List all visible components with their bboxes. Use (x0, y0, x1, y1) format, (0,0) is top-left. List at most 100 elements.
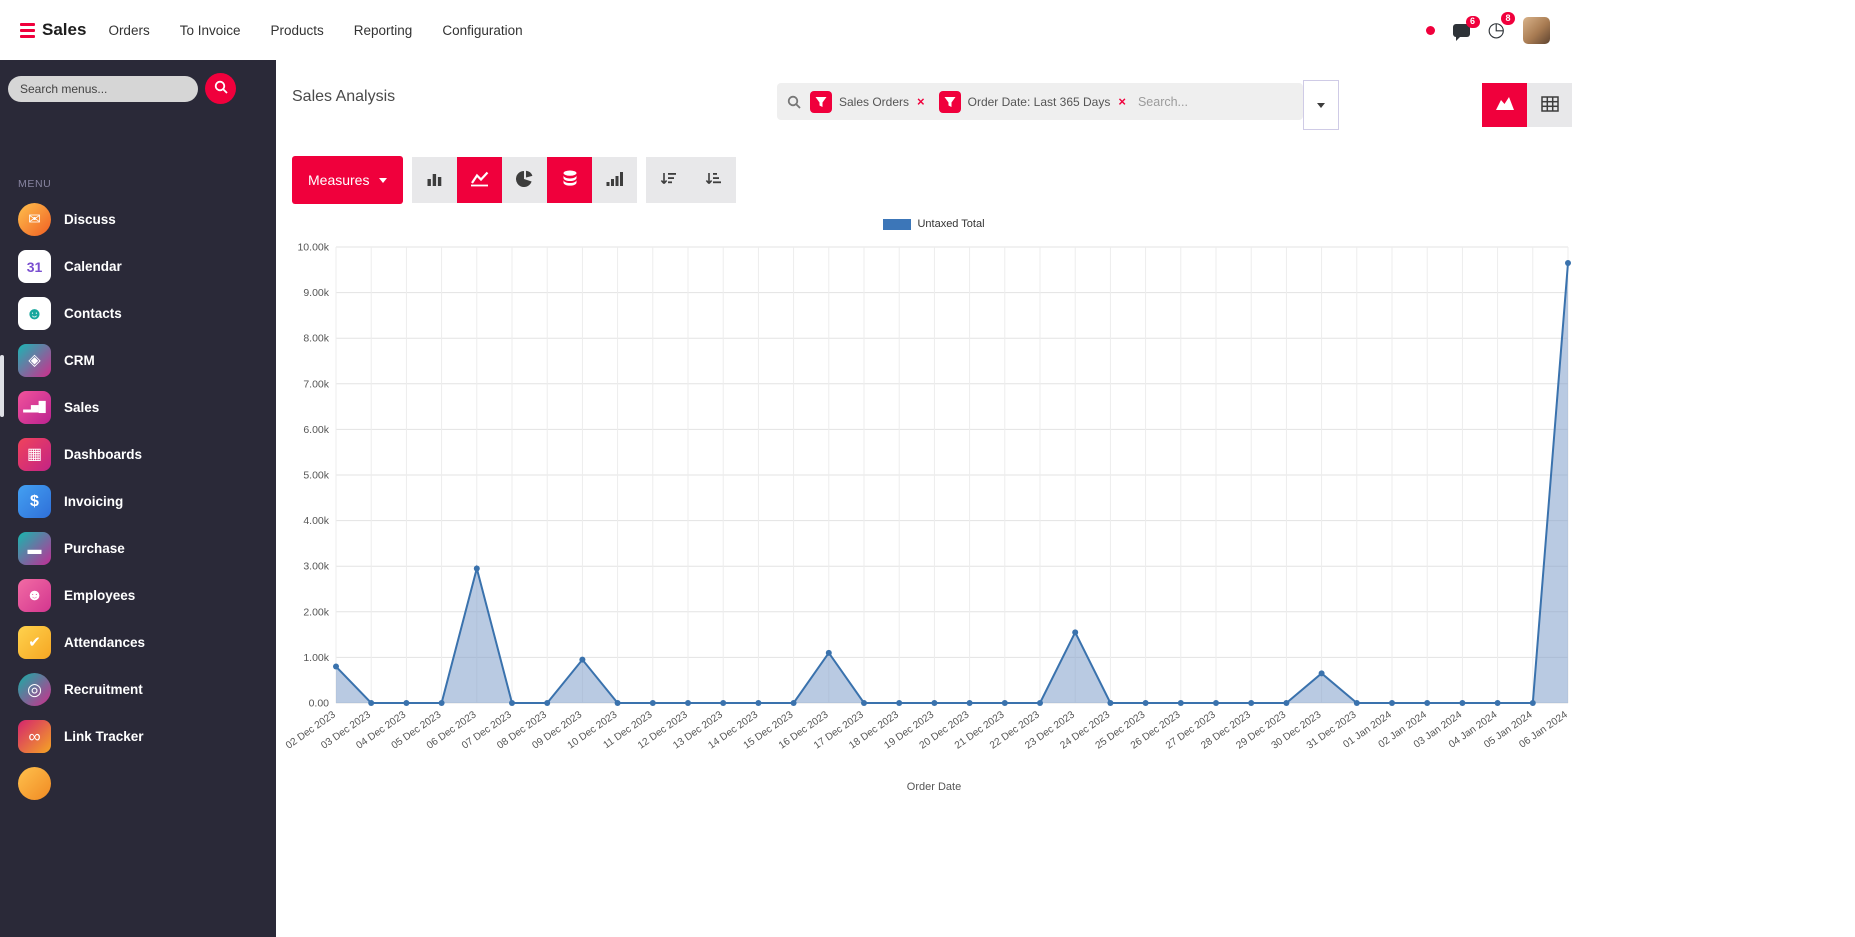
link-tracker-icon: ∞ (18, 720, 51, 753)
pie-chart-button[interactable] (502, 157, 548, 203)
app-window: Sales Orders To Invoice Products Reporting C… (0, 0, 1584, 937)
bar-chart-icon (426, 171, 443, 190)
crm-icon: ◈ (18, 344, 51, 377)
area-chart-icon (1495, 95, 1515, 115)
brand[interactable]: Sales (20, 20, 86, 40)
filter-icon (810, 90, 832, 113)
svg-text:2.00k: 2.00k (303, 606, 329, 618)
svg-text:4.00k: 4.00k (303, 515, 329, 527)
sidebar-scrollbar[interactable] (0, 355, 4, 417)
signal-icon (606, 171, 624, 189)
sidebar-search (8, 73, 236, 104)
top-menu-item-products[interactable]: Products (271, 23, 324, 38)
x-axis-title: Order Date (906, 781, 962, 793)
svg-text:3.00k: 3.00k (303, 561, 329, 573)
activities-button[interactable]: ◷ 8 (1488, 12, 1515, 40)
pivot-view-button[interactable] (1527, 83, 1572, 127)
sidebar-item-attendances[interactable]: ✔ Attendances (0, 619, 276, 666)
sidebar-item-partial-app-icon[interactable] (0, 760, 276, 807)
top-menu-item-reporting[interactable]: Reporting (354, 23, 413, 38)
measures-button[interactable]: Measures (292, 156, 404, 204)
recruitment-icon: ◎ (18, 673, 51, 706)
sidebar-search-button[interactable] (205, 73, 236, 104)
sidebar-item-label: Link Tracker (64, 729, 144, 744)
sidebar-item-label: Contacts (64, 306, 122, 321)
search-facet-order-date-last-365-days[interactable]: Order Date: Last 365 Days × (938, 90, 1127, 113)
sidebar-item-label: Purchase (64, 541, 125, 556)
activities-badge: 8 (1500, 12, 1515, 25)
search-dropdown-toggle[interactable] (1303, 80, 1339, 130)
svg-text:9.00k: 9.00k (303, 287, 329, 299)
facet-remove-button[interactable]: × (1117, 94, 1127, 109)
sidebar-item-purchase[interactable]: ▬ Purchase (0, 525, 276, 572)
user-avatar[interactable] (1523, 16, 1550, 44)
svg-text:6.00k: 6.00k (303, 424, 329, 436)
grid-icon (1540, 95, 1559, 115)
search-facet-sales-orders[interactable]: Sales Orders × (810, 90, 926, 113)
app-body: MENU ✉ Discuss 31 Calendar ☻ Contacts ◈ CRM ▂▅█ S… (0, 60, 1584, 937)
search-input[interactable] (1135, 93, 1293, 110)
facet-remove-button[interactable]: × (916, 94, 926, 109)
cumulative-button[interactable] (592, 157, 638, 203)
filter-icon (938, 90, 961, 113)
sidebar-item-label: CRM (64, 353, 95, 368)
brand-name[interactable]: Sales (42, 20, 86, 40)
sidebar-item-contacts[interactable]: ☻ Contacts (0, 290, 276, 337)
search-bar[interactable]: Sales Orders × Order Date: Last 365 Days × (777, 83, 1303, 120)
sidebar-item-calendar[interactable]: 31 Calendar (0, 243, 276, 290)
svg-text:10.00k: 10.00k (297, 242, 329, 254)
attendances-icon: ✔ (18, 626, 51, 659)
sidebar-item-label: Calendar (64, 259, 122, 274)
messages-button[interactable]: 6 (1452, 15, 1480, 41)
chart-legend[interactable]: Untaxed Total (284, 218, 1584, 230)
svg-text:0.00: 0.00 (309, 698, 330, 710)
sidebar-item-recruitment[interactable]: ◎ Recruitment (0, 666, 276, 713)
legend-label: Untaxed Total (917, 218, 985, 230)
sidebar-item-link-tracker[interactable]: ∞ Link Tracker (0, 713, 276, 760)
measures-label: Measures (308, 172, 370, 188)
messages-badge: 6 (1465, 15, 1480, 29)
main-content: Sales Analysis Sales Orders × Order Date: … (276, 60, 1584, 937)
graph-view-button[interactable] (1482, 83, 1527, 127)
dashboards-icon: ▦ (18, 438, 51, 471)
graph-toolbar: Measures (292, 156, 1584, 204)
facet-label: Sales Orders (839, 94, 910, 109)
sidebar-item-label: Discuss (64, 212, 116, 227)
systray: 6 ◷ 8 (1425, 12, 1554, 44)
legend-swatch (883, 218, 912, 230)
sidebar-search-input[interactable] (8, 75, 198, 102)
search-area: Sales Orders × Order Date: Last 365 Days × (644, 80, 1472, 130)
line-chart-icon (470, 171, 489, 190)
contacts-icon: ☻ (18, 297, 51, 330)
line-chart-button[interactable] (457, 157, 503, 203)
chevron-down-icon (379, 177, 388, 183)
notification-dot-icon (1425, 25, 1435, 35)
menu-section-label: MENU (18, 178, 52, 190)
purchase-icon: ▬ (18, 532, 51, 565)
stacked-button[interactable] (547, 157, 593, 203)
database-icon (562, 170, 578, 190)
apps-menu-icon[interactable] (20, 22, 35, 38)
sidebar-item-label: Sales (64, 400, 100, 415)
pie-chart-icon (516, 170, 533, 190)
sort-ascending-button[interactable] (691, 157, 737, 203)
top-menu-item-orders[interactable]: Orders (108, 23, 149, 38)
svg-text:7.00k: 7.00k (303, 378, 329, 390)
line-chart[interactable]: 0.00 1.00k 2.00k 3.00k 4.00k 5.00k 6.00k 7.00k 8… (284, 233, 1584, 805)
sidebar-item-invoicing[interactable]: $ Invoicing (0, 478, 276, 525)
sidebar-item-employees[interactable]: ☻ Employees (0, 572, 276, 619)
sidebar-item-discuss[interactable]: ✉ Discuss (0, 196, 276, 243)
top-menu: Orders To Invoice Products Reporting Configu… (108, 23, 522, 38)
sidebar-item-label: Employees (64, 588, 136, 603)
sidebar-item-crm[interactable]: ◈ CRM (0, 337, 276, 384)
sort-descending-button[interactable] (646, 157, 692, 203)
sidebar-item-sales[interactable]: ▂▅█ Sales (0, 384, 276, 431)
sidebar-item-label: Attendances (64, 635, 146, 650)
top-menu-item-to-invoice[interactable]: To Invoice (180, 23, 241, 38)
top-menu-item-configuration[interactable]: Configuration (442, 23, 522, 38)
bar-chart-button[interactable] (412, 157, 458, 203)
view-switcher (1482, 80, 1572, 127)
sidebar-item-dashboards[interactable]: ▦ Dashboards (0, 431, 276, 478)
sidebar-item-label: Dashboards (64, 447, 143, 462)
search-icon (787, 95, 801, 109)
